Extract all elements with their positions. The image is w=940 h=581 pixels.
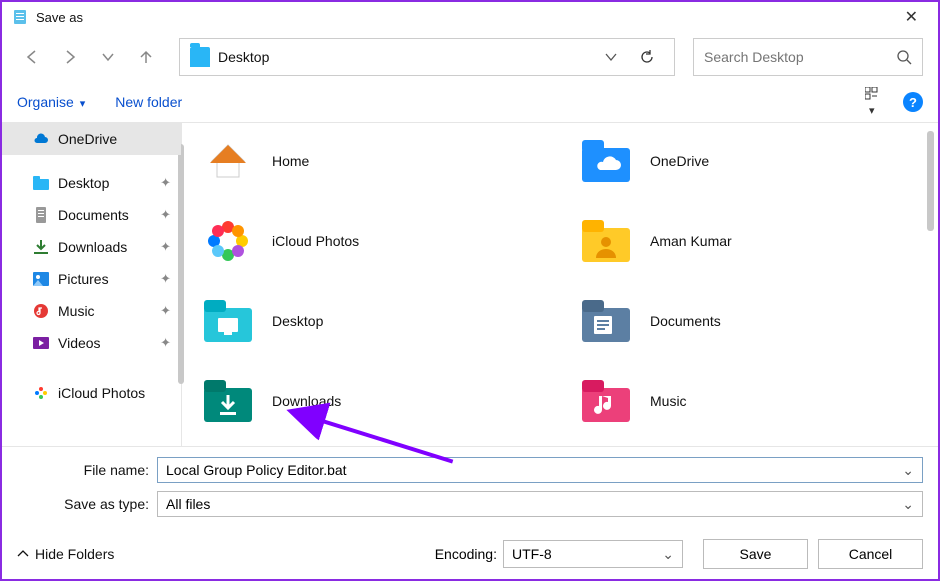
sidebar: OneDrive Desktop ✦ Documents ✦ Downloads… [2, 123, 182, 446]
new-folder-button[interactable]: New folder [115, 94, 182, 110]
sidebar-item-label: Desktop [58, 175, 109, 191]
view-options-button[interactable]: ▾ [865, 87, 885, 117]
sidebar-item-desktop[interactable]: Desktop ✦ [2, 167, 181, 199]
address-bar-text: Desktop [218, 49, 598, 65]
search-box[interactable] [693, 38, 923, 76]
content-scrollbar[interactable] [927, 131, 934, 231]
sidebar-item-label: Downloads [58, 239, 127, 255]
search-input[interactable] [704, 49, 896, 65]
toolbar: Organise ▾ New folder ▾ ? [2, 82, 938, 122]
sidebar-item-documents[interactable]: Documents ✦ [2, 199, 181, 231]
music-icon [32, 302, 50, 320]
user-folder-icon [580, 215, 632, 267]
chevron-down-icon[interactable] [604, 50, 618, 64]
list-item-label: iCloud Photos [272, 233, 359, 249]
recent-locations-button[interactable] [93, 42, 123, 72]
chevron-down-icon: ▾ [869, 105, 875, 117]
cloud-icon [32, 130, 50, 148]
file-name-label: File name: [17, 462, 157, 478]
close-icon[interactable]: ✕ [895, 3, 928, 31]
sidebar-item-videos[interactable]: Videos ✦ [2, 327, 181, 359]
sidebar-item-music[interactable]: Music ✦ [2, 295, 181, 327]
download-icon [32, 238, 50, 256]
nav-row: Desktop [2, 32, 938, 82]
video-icon [32, 334, 50, 352]
list-item[interactable]: Home [202, 135, 540, 187]
desktop-folder-icon [202, 295, 254, 347]
list-item[interactable]: OneDrive [580, 135, 918, 187]
form-area: File name: Local Group Policy Editor.bat… [2, 446, 938, 529]
list-item-label: Desktop [272, 313, 323, 329]
sidebar-item-label: OneDrive [58, 131, 117, 147]
sidebar-item-label: iCloud Photos [58, 385, 145, 401]
sidebar-item-pictures[interactable]: Pictures ✦ [2, 263, 181, 295]
list-item-label: Home [272, 153, 309, 169]
list-item-label: OneDrive [650, 153, 709, 169]
search-icon[interactable] [896, 49, 912, 65]
save-button[interactable]: Save [703, 539, 808, 569]
list-item[interactable]: Documents [580, 295, 918, 347]
chevron-down-icon: ▾ [80, 98, 86, 110]
cancel-button[interactable]: Cancel [818, 539, 923, 569]
back-button[interactable] [17, 42, 47, 72]
list-item-label: Music [650, 393, 687, 409]
titlebar: Save as ✕ [2, 2, 938, 32]
chevron-down-icon[interactable]: ⌄ [662, 546, 674, 563]
chevron-down-icon[interactable]: ⌄ [902, 496, 914, 513]
sidebar-item-label: Videos [58, 335, 101, 351]
list-item-label: Aman Kumar [650, 233, 732, 249]
sidebar-item-icloud[interactable]: iCloud Photos [2, 377, 181, 409]
list-item[interactable]: Desktop [202, 295, 540, 347]
music-folder-icon [580, 375, 632, 427]
list-item-label: Documents [650, 313, 721, 329]
list-item[interactable]: iCloud Photos [202, 215, 540, 267]
window-title: Save as [36, 10, 83, 25]
folder-icon [190, 47, 210, 67]
save-as-type-label: Save as type: [17, 496, 157, 512]
address-bar[interactable]: Desktop [179, 38, 675, 76]
sidebar-item-label: Music [58, 303, 95, 319]
forward-button[interactable] [55, 42, 85, 72]
help-button[interactable]: ? [903, 92, 923, 112]
pin-icon: ✦ [160, 207, 171, 223]
sidebar-item-label: Documents [58, 207, 129, 223]
home-icon [202, 135, 254, 187]
downloads-folder-icon [202, 375, 254, 427]
file-name-input[interactable]: Local Group Policy Editor.bat ⌄ [157, 457, 923, 483]
up-button[interactable] [131, 42, 161, 72]
icloud-photos-icon [32, 384, 50, 402]
list-item[interactable]: Aman Kumar [580, 215, 918, 267]
picture-icon [32, 270, 50, 288]
chevron-up-icon [17, 548, 29, 560]
onedrive-folder-icon [580, 135, 632, 187]
sidebar-item-label: Pictures [58, 271, 109, 287]
pin-icon: ✦ [160, 335, 171, 351]
footer: Hide Folders Encoding: UTF-8 ⌄ Save Canc… [2, 529, 938, 579]
save-as-type-select[interactable]: All files ⌄ [157, 491, 923, 517]
sidebar-item-downloads[interactable]: Downloads ✦ [2, 231, 181, 263]
chevron-down-icon[interactable]: ⌄ [902, 462, 914, 479]
main-area: OneDrive Desktop ✦ Documents ✦ Downloads… [2, 122, 938, 446]
hide-folders-button[interactable]: Hide Folders [17, 546, 114, 562]
encoding-label: Encoding: [435, 546, 497, 562]
documents-folder-icon [580, 295, 632, 347]
icloud-photos-icon [202, 215, 254, 267]
encoding-select[interactable]: UTF-8 ⌄ [503, 540, 683, 568]
document-icon [32, 206, 50, 224]
pin-icon: ✦ [160, 303, 171, 319]
notepad-icon [12, 9, 28, 25]
pin-icon: ✦ [160, 175, 171, 191]
pin-icon: ✦ [160, 239, 171, 255]
organise-button[interactable]: Organise ▾ [17, 94, 85, 110]
refresh-button[interactable] [630, 48, 664, 66]
pin-icon: ✦ [160, 271, 171, 287]
folder-icon [32, 174, 50, 192]
sidebar-item-onedrive[interactable]: OneDrive [2, 123, 181, 155]
list-item[interactable]: Music [580, 375, 918, 427]
